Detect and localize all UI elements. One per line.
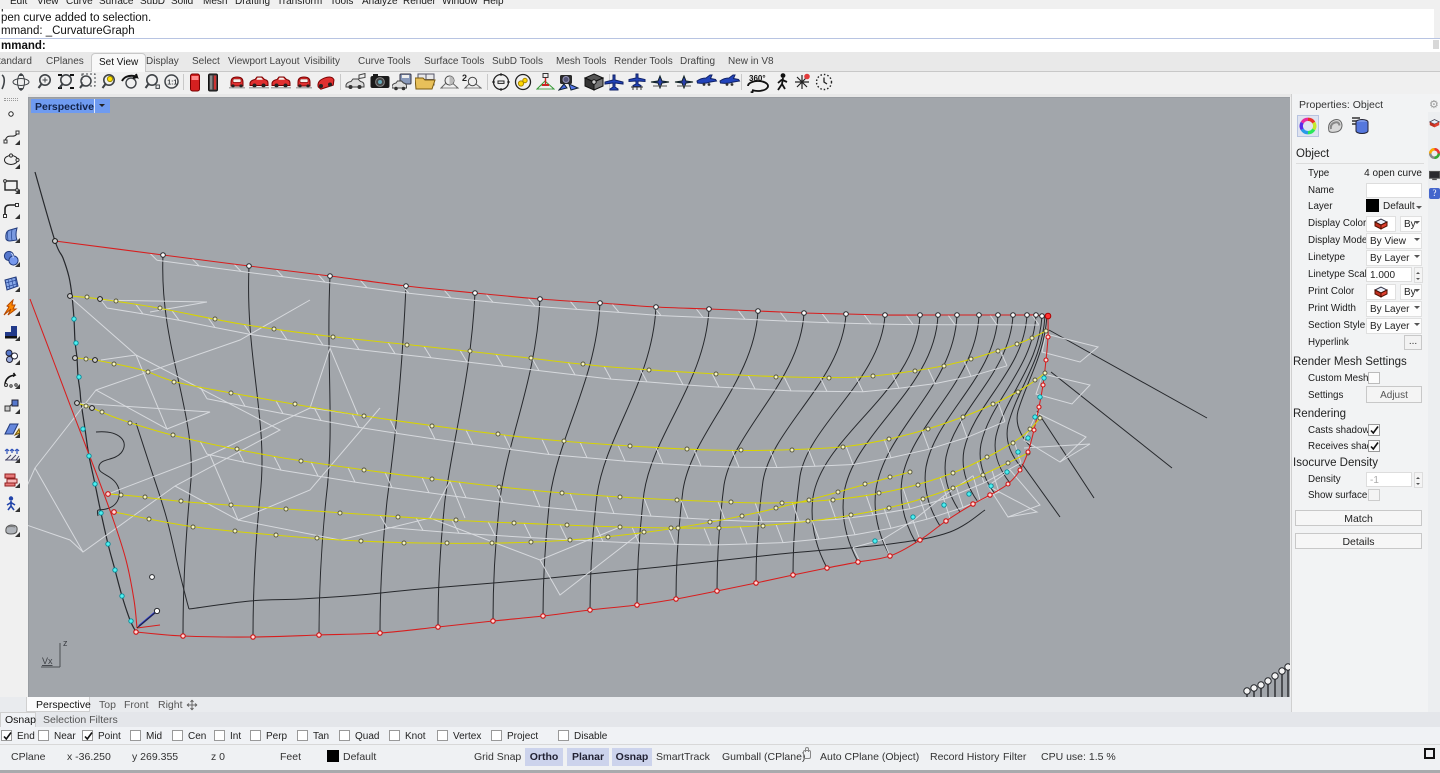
svg-text:1:1: 1:1 <box>167 80 177 87</box>
svg-text:2: 2 <box>462 73 467 83</box>
svg-text:z: z <box>63 638 68 648</box>
svg-text:Vx: Vx <box>42 656 53 666</box>
